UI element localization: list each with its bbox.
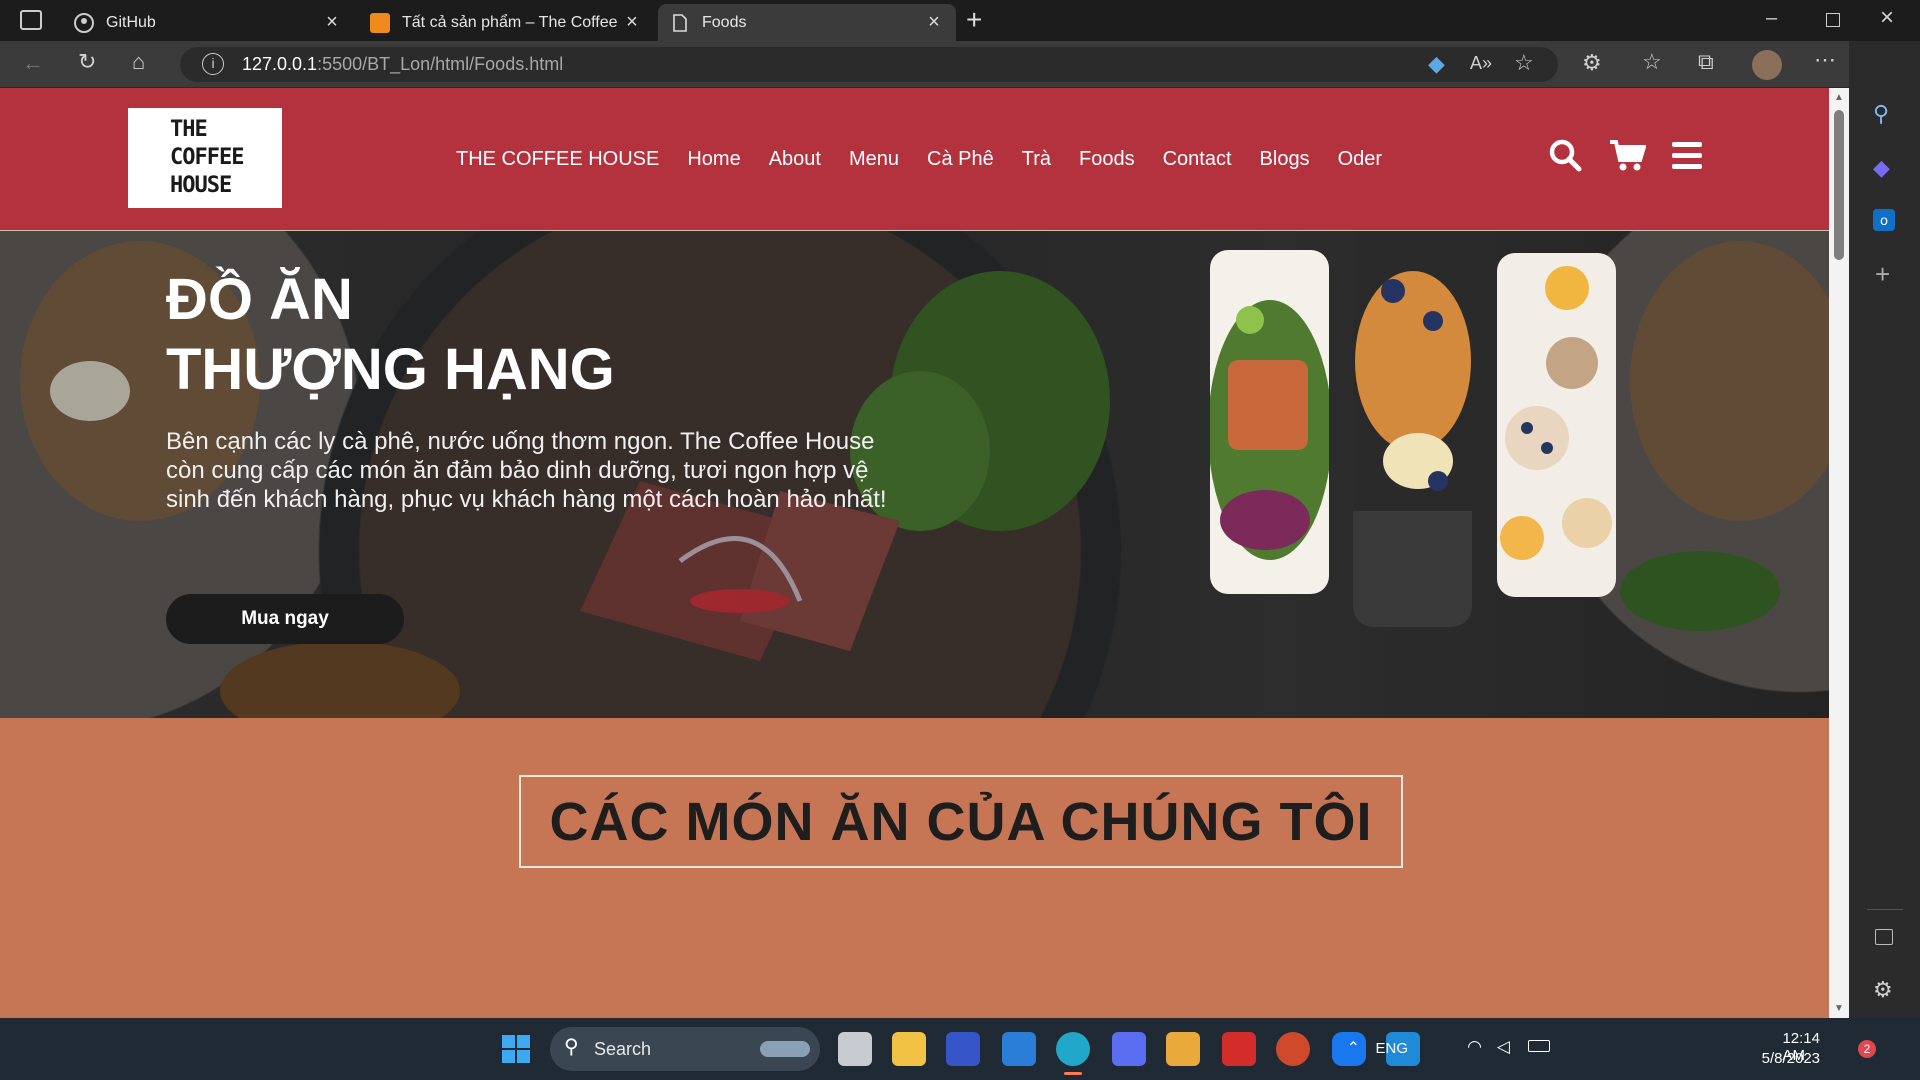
- coffee-house-favicon: [370, 12, 390, 33]
- tab-title: GitHub: [106, 13, 156, 31]
- close-tab-icon[interactable]: ×: [924, 11, 944, 34]
- minimize-icon[interactable]: –: [1766, 8, 1777, 28]
- site-logo[interactable]: THE COFFEE HOUSE: [128, 108, 282, 208]
- nav-ca-phe[interactable]: Cà Phê: [927, 148, 994, 171]
- nav-blogs[interactable]: Blogs: [1260, 148, 1310, 171]
- sidebar-divider: [1867, 909, 1903, 910]
- tab-title: Foods: [702, 13, 747, 31]
- hero-description: Bên cạnh các ly cà phê, nước uống thơm n…: [166, 428, 887, 513]
- tab-title: Tất cả sản phẩm – The Coffee House: [402, 13, 622, 31]
- logo-line: THE: [170, 117, 208, 142]
- clock-date[interactable]: 5/8/2023: [1762, 1050, 1820, 1067]
- tab-foods[interactable]: Foods ×: [658, 4, 956, 41]
- profile-avatar[interactable]: [1752, 50, 1782, 80]
- hero-title-line: THƯỢNG HẠNG: [166, 337, 615, 402]
- read-aloud-icon[interactable]: A»: [1470, 54, 1492, 72]
- taskbar-search[interactable]: ⚲ Search: [550, 1027, 820, 1071]
- edge-sidebar: ⚲ ◆ o + ⚙: [1849, 41, 1920, 1018]
- taskbar-search-label: Search: [594, 1038, 652, 1059]
- url-path: :5500/BT_Lon/html/Foods.html: [317, 54, 564, 74]
- nav-tra[interactable]: Trà: [1022, 148, 1051, 171]
- nav-foods[interactable]: Foods: [1079, 148, 1135, 171]
- menu-hamburger-icon[interactable]: [1672, 142, 1702, 170]
- scroll-thumb[interactable]: [1834, 110, 1844, 260]
- nav-menu[interactable]: Menu: [849, 148, 899, 171]
- notification-badge[interactable]: 2: [1858, 1040, 1876, 1058]
- logo-line: COFFEE: [170, 145, 244, 170]
- close-window-icon[interactable]: ×: [1880, 6, 1894, 30]
- nav-home[interactable]: Home: [687, 148, 740, 171]
- address-bar: ← ↻ ⌂ i 127.0.0.1:5500/BT_Lon/html/Foods…: [0, 41, 1920, 88]
- language-indicator[interactable]: ENG: [1375, 1040, 1408, 1057]
- settings-icon[interactable]: ⚙: [1873, 979, 1893, 1001]
- close-tab-icon[interactable]: ×: [322, 11, 342, 34]
- shopping-tag-icon[interactable]: ◆: [1428, 53, 1445, 75]
- home-icon[interactable]: ⌂: [132, 51, 145, 73]
- hero-banner: ĐỒ ĂN THƯỢNG HẠNG Bên cạnh các ly cà phê…: [0, 231, 1829, 718]
- site-info-icon[interactable]: i: [202, 53, 224, 75]
- nav-about[interactable]: About: [769, 148, 821, 171]
- add-favorite-icon[interactable]: ☆: [1514, 52, 1534, 74]
- windows-start-icon[interactable]: [502, 1035, 530, 1063]
- close-tab-icon[interactable]: ×: [622, 11, 642, 34]
- new-tab-icon[interactable]: +: [966, 6, 982, 34]
- windows-taskbar: ⚲ Search ⌃ ENG ◠ ◁ 12:14 AM 5/8/2023 2: [0, 1018, 1920, 1080]
- visual-studio-icon[interactable]: [946, 1032, 980, 1066]
- logo-line: HOUSE: [170, 173, 232, 198]
- tab-bar: GitHub × Tất cả sản phẩm – The Coffee Ho…: [0, 0, 1920, 41]
- food-image-salad: [1210, 250, 1329, 594]
- url-field[interactable]: i 127.0.0.1:5500/BT_Lon/html/Foods.html …: [180, 47, 1558, 82]
- scroll-up-icon[interactable]: ▲: [1834, 92, 1844, 103]
- wps-office-icon[interactable]: [1222, 1032, 1256, 1066]
- extensions-icon[interactable]: ⚙: [1582, 52, 1602, 74]
- search-icon: ⚲: [564, 1036, 579, 1058]
- main-nav: THE COFFEE HOUSE Home About Menu Cà Phê …: [456, 148, 1410, 171]
- file-explorer-icon[interactable]: [892, 1032, 926, 1066]
- show-hidden-icons[interactable]: ⌃: [1347, 1038, 1360, 1058]
- url-host: 127.0.0.1: [242, 54, 318, 74]
- search-highlight-image: [760, 1041, 810, 1057]
- active-app-indicator: [1064, 1072, 1082, 1075]
- collections-icon[interactable]: ⧉: [1698, 51, 1714, 73]
- wifi-icon[interactable]: ◠: [1467, 1037, 1482, 1057]
- outlook-icon[interactable]: o: [1873, 209, 1895, 231]
- favorites-icon[interactable]: ☆: [1642, 51, 1662, 73]
- page-scrollbar[interactable]: ▲ ▼: [1829, 88, 1849, 1018]
- mail-icon[interactable]: [1002, 1032, 1036, 1066]
- volume-icon[interactable]: ◁: [1497, 1037, 1510, 1057]
- tab-coffee-house[interactable]: Tất cả sản phẩm – The Coffee House ×: [358, 4, 654, 41]
- search-icon[interactable]: ⚲: [1873, 103, 1889, 125]
- snipping-tool-icon[interactable]: [1166, 1032, 1200, 1066]
- nav-oder[interactable]: Oder: [1338, 148, 1382, 171]
- page-icon: [673, 13, 687, 32]
- scroll-down-icon[interactable]: ▼: [1834, 1003, 1844, 1014]
- food-image-breakfast: [1497, 253, 1616, 597]
- task-view-icon[interactable]: [838, 1032, 872, 1066]
- copilot-icon[interactable]: ◆: [1873, 157, 1890, 179]
- powerpoint-icon[interactable]: [1276, 1032, 1310, 1066]
- refresh-icon[interactable]: ↻: [78, 51, 96, 73]
- github-icon: [74, 12, 94, 33]
- edge-icon[interactable]: [1056, 1032, 1090, 1066]
- site-header: THE COFFEE HOUSE THE COFFEE HOUSE Home A…: [0, 88, 1829, 231]
- restore-icon[interactable]: [1826, 13, 1840, 27]
- food-image-pancakes: [1353, 231, 1472, 627]
- search-icon[interactable]: [1548, 138, 1582, 172]
- cart-icon[interactable]: [1608, 138, 1646, 172]
- tab-github[interactable]: GitHub ×: [62, 4, 354, 41]
- hide-sidebar-icon[interactable]: [1875, 929, 1893, 945]
- nav-contact[interactable]: Contact: [1163, 148, 1232, 171]
- copilot-icon[interactable]: [1112, 1032, 1146, 1066]
- nav-brand[interactable]: THE COFFEE HOUSE: [456, 148, 659, 171]
- more-icon[interactable]: ⋯: [1814, 49, 1836, 71]
- buy-now-button[interactable]: Mua ngay: [166, 594, 404, 644]
- section-title: CÁC MÓN ĂN CỦA CHÚNG TÔI: [519, 775, 1403, 868]
- back-icon[interactable]: ←: [22, 52, 44, 74]
- hero-title-line: ĐỒ ĂN: [166, 267, 353, 332]
- hero-title: ĐỒ ĂN THƯỢNG HẠNG: [166, 265, 615, 405]
- page-viewport: THE COFFEE HOUSE THE COFFEE HOUSE Home A…: [0, 88, 1829, 1018]
- battery-icon[interactable]: [1528, 1040, 1550, 1052]
- tab-actions-icon[interactable]: [20, 10, 42, 30]
- add-sidebar-app-icon[interactable]: +: [1875, 261, 1890, 287]
